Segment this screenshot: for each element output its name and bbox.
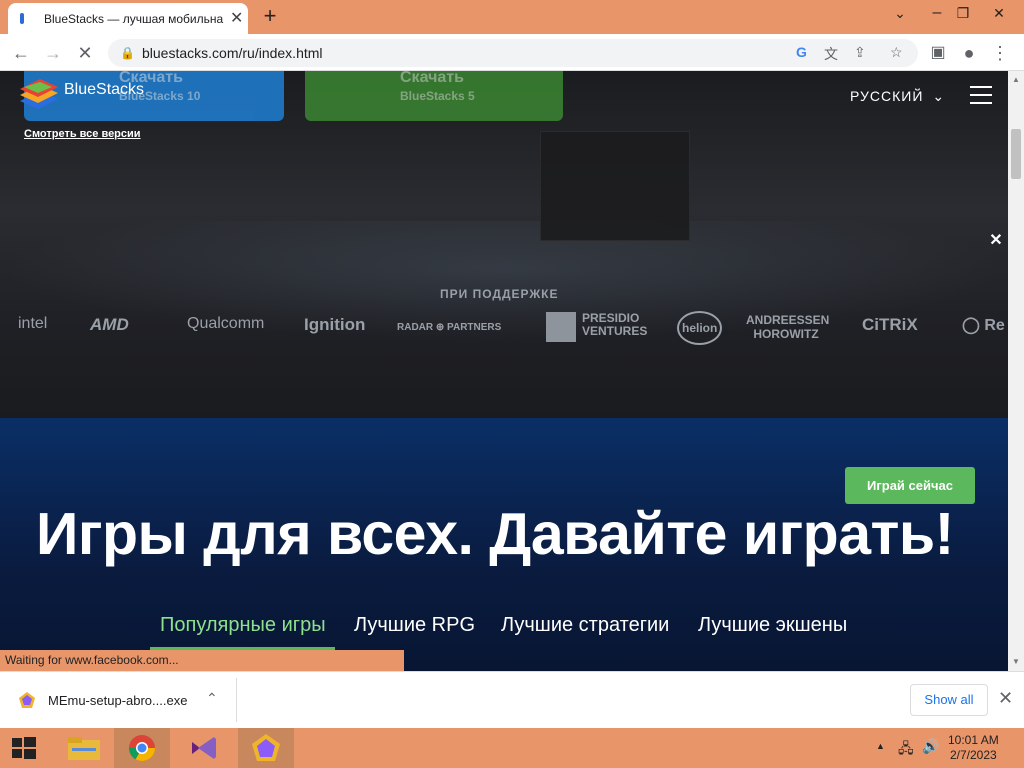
tab-best-strategy[interactable]: Лучшие стратегии [501, 614, 669, 637]
show-all-button[interactable]: Show all [910, 684, 988, 716]
url-text[interactable]: bluestacks.com/ru/index.html [142, 45, 323, 61]
close-banner-icon[interactable]: ✕ [988, 233, 1004, 249]
clock-time: 10:01 AM [948, 733, 999, 747]
partner-logo-partial: ◯ Re [962, 317, 1005, 334]
web-page: Скачать BlueStacks 10 Скачать BlueStacks… [0, 71, 1008, 671]
back-arrow-icon[interactable]: ← [9, 41, 33, 65]
download-bluestacks10-button[interactable]: Скачать BlueStacks 10 [24, 71, 284, 121]
partner-logo-andreessen: ANDREESSEN HOROWITZ [746, 313, 830, 341]
download-shelf: MEmu-setup-abro....exe ⌃ Show all ✕ [0, 671, 1024, 728]
play-now-button[interactable]: Играй сейчас [845, 467, 975, 504]
browser-tab[interactable]: BlueStacks — лучшая мобильна ✕ [8, 3, 248, 34]
all-versions-link[interactable]: Смотреть все версии [24, 128, 141, 140]
translate-icon[interactable]: 文 [824, 44, 838, 64]
close-download-bar-icon[interactable]: ✕ [998, 688, 1013, 709]
partner-logo-intel: intel [18, 315, 48, 332]
close-window-button[interactable]: ✕ [982, 0, 1016, 26]
download-bs5-subtitle: BlueStacks 5 [400, 89, 475, 103]
address-bar[interactable]: 🔒 bluestacks.com/ru/index.html G 文 ⇪ ☆ [108, 39, 918, 67]
partner-logo-amd: AMD [90, 315, 129, 334]
memu-file-icon [19, 692, 35, 708]
profile-avatar-icon[interactable]: ● [957, 41, 981, 65]
partner-logo-presidio: PRESIDIO VENTURES [582, 311, 648, 338]
partner-logo-helion: helion [677, 311, 723, 345]
tab-best-rpg[interactable]: Лучшие RPG [354, 614, 475, 637]
tab-close-icon[interactable]: ✕ [230, 8, 243, 28]
tab-search-icon[interactable]: ⌄ [883, 0, 917, 26]
chrome-taskbar-icon[interactable] [114, 728, 170, 768]
share-icon[interactable]: ⇪ [854, 44, 866, 61]
loading-status-text: Waiting for www.facebook.com... [0, 650, 404, 671]
partner-logo-ignition: Ignition [304, 315, 366, 334]
hero-section: Скачать BlueStacks 10 Скачать BlueStacks… [0, 71, 1008, 418]
new-tab-button[interactable]: + [259, 3, 281, 29]
language-label: РУССКИЙ [850, 88, 924, 104]
windows-start-icon[interactable] [0, 728, 48, 768]
visual-studio-icon[interactable] [176, 728, 232, 768]
browser-toolbar: ← → ✕ 🔒 bluestacks.com/ru/index.html G 文… [0, 34, 1024, 71]
side-panel-icon[interactable]: ▣ [926, 41, 950, 65]
network-icon[interactable]: 🖧 [898, 738, 914, 762]
bookmark-star-icon[interactable]: ☆ [890, 44, 903, 61]
download-file-name[interactable]: MEmu-setup-abro....exe [48, 693, 187, 708]
system-clock[interactable]: 10:01 AM 2/7/2023 [948, 733, 999, 763]
scrollbar-thumb[interactable] [1011, 129, 1021, 179]
partner-logo-citrix: CiTRiX [862, 315, 918, 334]
stop-loading-icon[interactable]: ✕ [73, 41, 97, 65]
menu-kebab-icon[interactable]: ⋮ [988, 41, 1012, 65]
supported-by-label: ПРИ ПОДДЕРЖКЕ [440, 287, 559, 301]
tab-popular-games[interactable]: Популярные игры [160, 614, 326, 637]
download-bluestacks5-button[interactable]: Скачать BlueStacks 5 [305, 71, 563, 121]
page-scrollbar[interactable]: ▲ ▼ [1008, 71, 1024, 671]
hero-crate-image [540, 131, 690, 241]
google-icon[interactable]: G [796, 44, 807, 60]
memu-taskbar-icon[interactable] [238, 728, 294, 768]
partner-logo-radar: RADAR ⊕ PARTNERS [397, 322, 502, 333]
file-explorer-icon[interactable] [56, 728, 112, 768]
hamburger-menu-icon[interactable] [970, 86, 992, 104]
clock-date: 2/7/2023 [949, 748, 997, 762]
scroll-up-icon[interactable]: ▲ [1012, 75, 1020, 84]
divider [236, 678, 237, 722]
volume-icon[interactable]: 🔊 [922, 738, 939, 755]
browser-titlebar: BlueStacks — лучшая мобильна ✕ + ⌄ – ❐ ✕ [0, 0, 1024, 34]
download-bs5-title: Скачать [400, 71, 464, 86]
language-selector[interactable]: РУССКИЙ ⌄ [850, 88, 945, 105]
chevron-up-icon[interactable]: ⌃ [206, 690, 218, 707]
lock-icon: 🔒 [120, 46, 135, 60]
windows-taskbar: ▲ 🖧 🔊 10:01 AM 2/7/2023 [0, 728, 1024, 768]
chevron-down-icon: ⌄ [932, 88, 946, 104]
restore-button[interactable]: ❐ [946, 0, 980, 26]
tab-title: BlueStacks — лучшая мобильна [44, 12, 224, 26]
bluestacks-logo-icon[interactable] [18, 79, 62, 111]
favicon-icon [20, 13, 24, 24]
show-hidden-icons[interactable]: ▲ [876, 741, 885, 751]
logo-text[interactable]: BlueStacks [64, 81, 144, 99]
scroll-down-icon[interactable]: ▼ [1012, 657, 1020, 666]
games-section: Играй сейчас Игры для всех. Давайте игра… [0, 418, 1008, 671]
hero-background [0, 221, 1008, 341]
tab-best-action[interactable]: Лучшие экшены [698, 614, 847, 637]
partner-logo-qualcomm: Qualcomm [187, 315, 265, 332]
presidio-logo-icon [546, 312, 576, 342]
page-headline: Игры для всех. Давайте играть! [36, 501, 954, 567]
forward-arrow-icon[interactable]: → [41, 41, 65, 65]
